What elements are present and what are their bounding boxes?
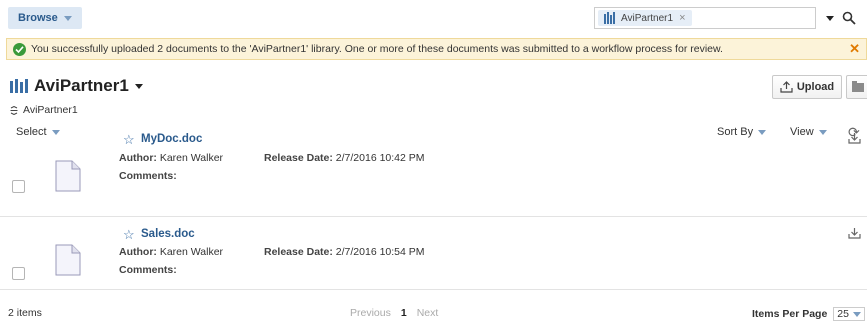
chevron-down-icon bbox=[758, 129, 767, 135]
breadcrumb[interactable]: AviPartner1 bbox=[10, 104, 78, 116]
top-toolbar: Browse AviPartner1 × bbox=[0, 0, 867, 36]
banner-message: You successfully uploaded 2 documents to… bbox=[31, 43, 723, 55]
view-menu[interactable]: View bbox=[790, 126, 827, 138]
chevron-down-icon bbox=[63, 15, 72, 21]
search-options-button[interactable] bbox=[822, 7, 838, 29]
document-name-link[interactable]: Sales.doc bbox=[141, 228, 195, 240]
author-value: Karen Walker bbox=[159, 152, 224, 164]
previous-page-link[interactable]: Previous bbox=[350, 307, 391, 319]
more-actions-button[interactable] bbox=[846, 75, 867, 99]
chevron-down-icon bbox=[51, 129, 60, 135]
author-label: Author: bbox=[119, 246, 157, 258]
download-icon[interactable] bbox=[848, 132, 861, 144]
document-icon bbox=[55, 244, 81, 276]
list-item: ☆ Sales.doc Author: Karen Walker Release… bbox=[0, 227, 867, 308]
items-per-page: Items Per Page 25 bbox=[752, 307, 865, 321]
search-scope-label: AviPartner1 bbox=[621, 12, 674, 24]
browse-label: Browse bbox=[18, 12, 58, 24]
release-date-field: Release Date: 2/7/2016 10:42 PM bbox=[264, 152, 425, 164]
chevron-down-icon bbox=[818, 129, 827, 135]
search-icon bbox=[842, 11, 856, 25]
document-icon bbox=[55, 160, 81, 192]
release-date-label: Release Date: bbox=[264, 152, 333, 164]
sort-by-menu[interactable]: Sort By bbox=[717, 126, 767, 138]
upload-label: Upload bbox=[796, 81, 835, 93]
search-scope-chip[interactable]: AviPartner1 × bbox=[598, 10, 692, 26]
current-page[interactable]: 1 bbox=[401, 307, 407, 319]
breadcrumb-item[interactable]: AviPartner1 bbox=[23, 104, 78, 116]
select-label: Select bbox=[16, 126, 47, 138]
download-icon[interactable] bbox=[848, 227, 861, 239]
upload-button[interactable]: Upload bbox=[772, 75, 842, 99]
comments-label: Comments: bbox=[119, 170, 177, 182]
release-date-label: Release Date: bbox=[264, 246, 333, 258]
chevron-down-icon bbox=[134, 83, 143, 89]
items-per-page-label: Items Per Page bbox=[752, 308, 828, 320]
document-name-link[interactable]: MyDoc.doc bbox=[141, 133, 202, 145]
page-title: AviPartner1 bbox=[34, 76, 129, 95]
author-value: Karen Walker bbox=[159, 246, 224, 258]
folder-actions-icon bbox=[852, 81, 864, 92]
search-input[interactable]: AviPartner1 × bbox=[594, 7, 816, 29]
row-divider bbox=[0, 289, 867, 290]
next-page-link[interactable]: Next bbox=[417, 307, 439, 319]
collapse-icon bbox=[10, 105, 18, 115]
release-date-value: 2/7/2016 10:54 PM bbox=[335, 246, 425, 258]
author-field: Author: Karen Walker bbox=[119, 152, 223, 164]
author-label: Author: bbox=[119, 152, 157, 164]
comments-field: Comments: bbox=[119, 170, 177, 182]
item-count: 2 items bbox=[8, 307, 42, 319]
comments-label: Comments: bbox=[119, 264, 177, 276]
pagination: Previous 1 Next bbox=[350, 307, 438, 319]
release-date-value: 2/7/2016 10:42 PM bbox=[335, 152, 425, 164]
favorite-star-icon[interactable]: ☆ bbox=[123, 132, 135, 148]
items-per-page-select[interactable]: 25 bbox=[833, 307, 865, 321]
select-menu[interactable]: Select bbox=[16, 126, 60, 138]
remove-scope-icon[interactable]: × bbox=[679, 12, 685, 24]
list-item: ☆ MyDoc.doc Author: Karen Walker Release… bbox=[0, 132, 867, 217]
upload-success-banner: You successfully uploaded 2 documents to… bbox=[6, 38, 867, 60]
caret-down-icon bbox=[826, 15, 834, 21]
release-date-field: Release Date: 2/7/2016 10:54 PM bbox=[264, 246, 425, 258]
sort-label: Sort By bbox=[717, 126, 754, 138]
success-check-icon bbox=[13, 42, 26, 56]
row-checkbox[interactable] bbox=[12, 180, 25, 193]
favorite-star-icon[interactable]: ☆ bbox=[123, 227, 135, 243]
browse-menu-button[interactable]: Browse bbox=[8, 7, 82, 29]
search-button[interactable] bbox=[842, 7, 867, 29]
chevron-down-icon bbox=[852, 311, 861, 317]
library-icon bbox=[10, 79, 28, 93]
row-checkbox[interactable] bbox=[12, 267, 25, 280]
author-field: Author: Karen Walker bbox=[119, 246, 223, 258]
close-icon[interactable]: ✕ bbox=[849, 41, 860, 57]
upload-icon bbox=[780, 81, 793, 93]
items-per-page-value: 25 bbox=[837, 308, 849, 320]
library-title[interactable]: AviPartner1 bbox=[10, 76, 143, 96]
row-divider bbox=[0, 216, 867, 217]
comments-field: Comments: bbox=[119, 264, 177, 276]
library-icon bbox=[604, 12, 615, 24]
view-label: View bbox=[790, 126, 814, 138]
